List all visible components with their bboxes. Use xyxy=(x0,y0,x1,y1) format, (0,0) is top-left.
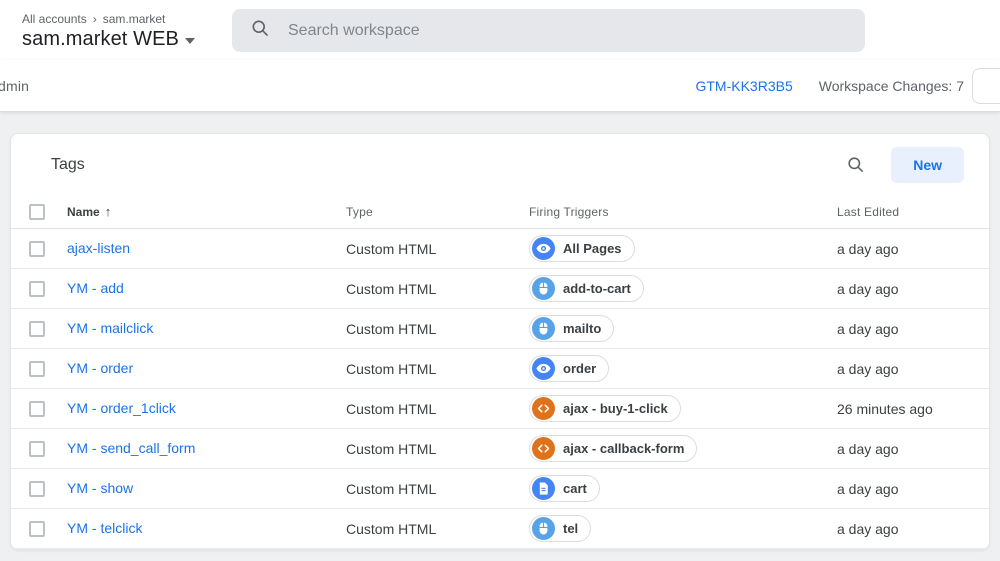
firing-trigger-badge[interactable]: cart xyxy=(529,475,600,502)
firing-trigger-label: All Pages xyxy=(563,241,622,256)
tag-name-link[interactable]: YM - show xyxy=(67,480,133,496)
row-checkbox[interactable] xyxy=(29,321,45,337)
firing-trigger-label: ajax - callback-form xyxy=(563,441,684,456)
code-icon xyxy=(532,437,555,460)
table-row: YM - show Custom HTML cart a day ago xyxy=(11,469,989,509)
table-row: YM - order Custom HTML order a day ago xyxy=(11,349,989,389)
last-edited-value: a day ago xyxy=(837,241,971,257)
table-row: YM - add Custom HTML add-to-cart a day a… xyxy=(11,269,989,309)
tag-name-link[interactable]: YM - order xyxy=(67,360,133,376)
tag-type: Custom HTML xyxy=(346,241,529,257)
tag-type: Custom HTML xyxy=(346,441,529,457)
row-checkbox[interactable] xyxy=(29,521,45,537)
table-search-button[interactable] xyxy=(842,151,869,178)
tag-type: Custom HTML xyxy=(346,481,529,497)
firing-trigger-badge[interactable]: order xyxy=(529,355,609,382)
tag-type: Custom HTML xyxy=(346,521,529,537)
workspace-switcher[interactable]: sam.market WEB xyxy=(22,28,210,51)
document-icon xyxy=(532,477,555,500)
breadcrumb-all-accounts[interactable]: All accounts xyxy=(22,12,87,26)
sort-ascending-icon: ↑ xyxy=(105,204,112,219)
last-edited-value: 26 minutes ago xyxy=(837,401,971,417)
table-header-row: Name ↑ Type Firing Triggers Last Edited xyxy=(11,195,989,229)
tag-type: Custom HTML xyxy=(346,321,529,337)
nav-bar: dmin GTM-KK3R3B5 Workspace Changes: 7 xyxy=(0,60,1000,112)
firing-trigger-label: ajax - buy-1-click xyxy=(563,401,668,416)
column-header-firing-triggers[interactable]: Firing Triggers xyxy=(529,205,837,219)
firing-trigger-label: cart xyxy=(563,481,587,496)
code-icon xyxy=(532,397,555,420)
mouse-icon xyxy=(532,277,555,300)
column-header-type[interactable]: Type xyxy=(346,205,529,219)
search-icon xyxy=(250,18,270,43)
firing-trigger-badge[interactable]: ajax - buy-1-click xyxy=(529,395,681,422)
tag-type: Custom HTML xyxy=(346,361,529,377)
tab-admin-partial[interactable]: dmin xyxy=(0,78,29,94)
tag-name-link[interactable]: YM - add xyxy=(67,280,124,296)
tag-name-link[interactable]: YM - send_call_form xyxy=(67,440,195,456)
chevron-down-icon xyxy=(185,38,195,44)
select-all-checkbox[interactable] xyxy=(29,204,45,220)
last-edited-value: a day ago xyxy=(837,441,971,457)
eye-icon xyxy=(532,237,555,260)
firing-trigger-label: add-to-cart xyxy=(563,281,631,296)
table-row: ajax-listen Custom HTML All Pages a day … xyxy=(11,229,989,269)
row-checkbox[interactable] xyxy=(29,441,45,457)
last-edited-value: a day ago xyxy=(837,281,971,297)
tag-table-body: ajax-listen Custom HTML All Pages a day … xyxy=(11,229,989,549)
tag-name-link[interactable]: YM - mailclick xyxy=(67,320,153,336)
mouse-icon xyxy=(532,317,555,340)
breadcrumb-separator-icon: › xyxy=(93,12,97,26)
table-row: YM - send_call_form Custom HTML ajax - c… xyxy=(11,429,989,469)
new-tag-button[interactable]: New xyxy=(891,147,964,183)
firing-trigger-label: mailto xyxy=(563,321,601,336)
row-checkbox[interactable] xyxy=(29,361,45,377)
tag-name-link[interactable]: ajax-listen xyxy=(67,240,130,256)
nav-right: GTM-KK3R3B5 Workspace Changes: 7 xyxy=(695,78,964,94)
tag-type: Custom HTML xyxy=(346,401,529,417)
preview-button-partial[interactable] xyxy=(972,68,1000,104)
firing-trigger-label: tel xyxy=(563,521,578,536)
breadcrumb: All accounts › sam.market xyxy=(22,12,210,26)
firing-trigger-badge[interactable]: mailto xyxy=(529,315,614,342)
tags-card-header: Tags New xyxy=(11,134,989,195)
column-header-last-edited[interactable]: Last Edited xyxy=(837,205,971,219)
last-edited-value: a day ago xyxy=(837,321,971,337)
firing-trigger-badge[interactable]: tel xyxy=(529,515,591,542)
firing-trigger-badge[interactable]: All Pages xyxy=(529,235,635,262)
workspace-changes-label: Workspace Changes: 7 xyxy=(819,78,964,94)
search-input[interactable]: Search workspace xyxy=(232,9,865,52)
tag-name-link[interactable]: YM - telclick xyxy=(67,520,142,536)
container-id-link[interactable]: GTM-KK3R3B5 xyxy=(695,78,792,94)
workspace-title: sam.market WEB xyxy=(22,28,179,51)
firing-trigger-label: order xyxy=(563,361,596,376)
tag-type: Custom HTML xyxy=(346,281,529,297)
row-checkbox[interactable] xyxy=(29,401,45,417)
eye-icon xyxy=(532,357,555,380)
firing-trigger-badge[interactable]: add-to-cart xyxy=(529,275,644,302)
table-row: YM - mailclick Custom HTML mailto a day … xyxy=(11,309,989,349)
last-edited-value: a day ago xyxy=(837,361,971,377)
top-header: All accounts › sam.market sam.market WEB… xyxy=(0,0,1000,60)
breadcrumb-container[interactable]: sam.market xyxy=(103,12,166,26)
last-edited-value: a day ago xyxy=(837,521,971,537)
account-block: All accounts › sam.market sam.market WEB xyxy=(0,10,210,51)
tag-name-link[interactable]: YM - order_1click xyxy=(67,400,176,416)
tags-card: Tags New Name ↑ Type Firing Triggers Las… xyxy=(10,133,990,550)
column-header-name[interactable]: Name ↑ xyxy=(67,204,346,219)
search-placeholder: Search workspace xyxy=(288,22,420,40)
row-checkbox[interactable] xyxy=(29,481,45,497)
mouse-icon xyxy=(532,517,555,540)
row-checkbox[interactable] xyxy=(29,241,45,257)
last-edited-value: a day ago xyxy=(837,481,971,497)
firing-trigger-badge[interactable]: ajax - callback-form xyxy=(529,435,697,462)
row-checkbox[interactable] xyxy=(29,281,45,297)
page-title: Tags xyxy=(51,156,85,174)
table-row: YM - telclick Custom HTML tel a day ago xyxy=(11,509,989,549)
table-row: YM - order_1click Custom HTML ajax - buy… xyxy=(11,389,989,429)
